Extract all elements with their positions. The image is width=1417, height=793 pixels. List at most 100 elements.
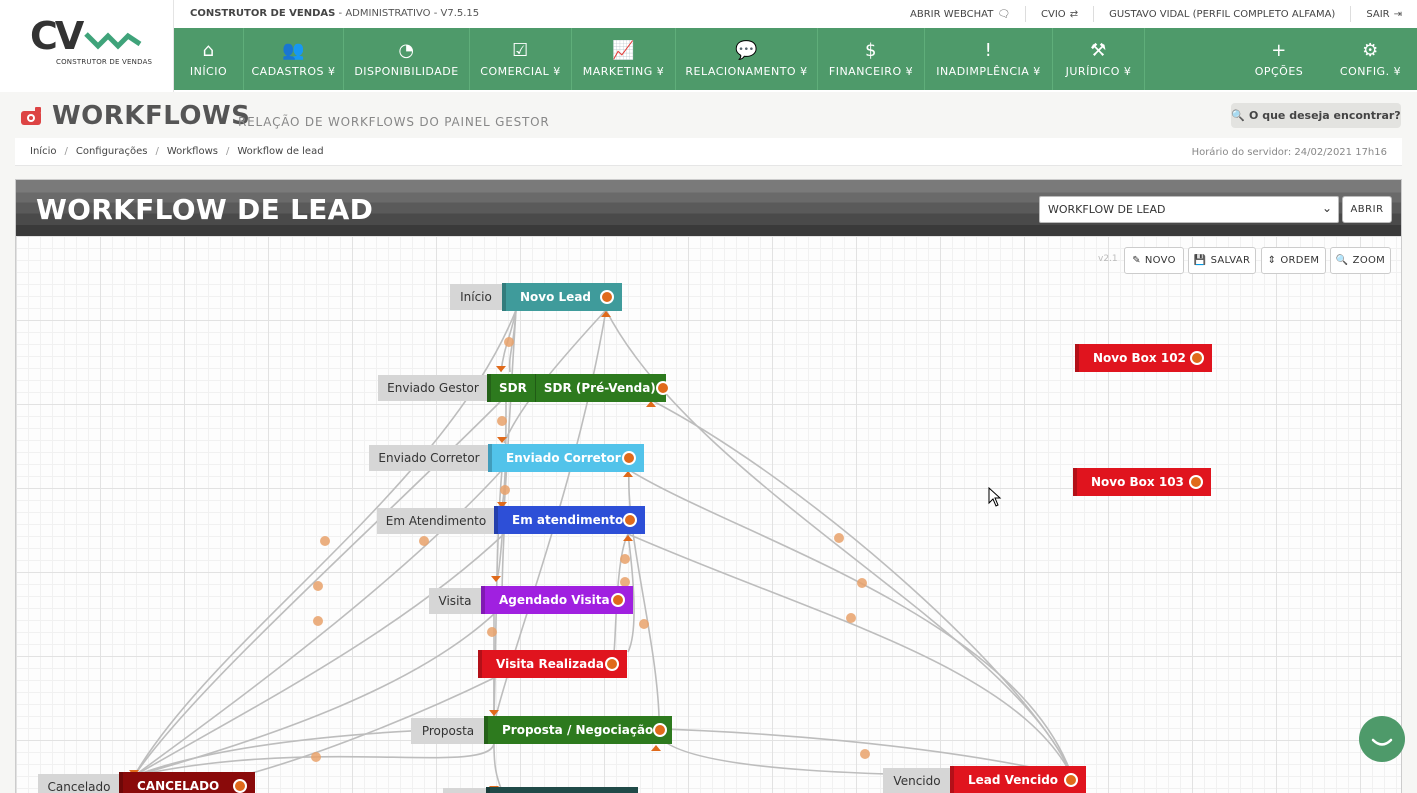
pencil-icon: ✎ <box>1132 255 1141 266</box>
chat-icon: 🗨 <box>997 8 1011 20</box>
breadcrumb-bar: Início / Configurações / Workflows / Workfl… <box>15 138 1402 166</box>
node-side-label: Vencido <box>883 768 951 793</box>
panel-header: WORKFLOW DE LEAD WORKFLOW DE LEAD ⌄ ABRIR <box>16 180 1401 236</box>
panel-title: WORKFLOW DE LEAD <box>36 193 374 226</box>
workflow-node-box-102[interactable]: Novo Box 102 <box>1075 344 1212 372</box>
save-icon: 💾 <box>1193 255 1207 266</box>
main-nav: ⌂ INÍCIO 👥 CADASTROS ¥ ◔ DISPONIBILIDADE ☑ C… <box>174 28 1417 90</box>
new-button[interactable]: ✎ NOVO <box>1124 247 1184 274</box>
save-button[interactable]: 💾 SALVAR <box>1188 247 1256 274</box>
swap-icon: ⇄ <box>1069 8 1079 20</box>
nav-relacionamento[interactable]: 💬 RELACIONAMENTO ¥ <box>676 28 818 90</box>
breadcrumb-item-workflows[interactable]: Workflows <box>167 146 218 157</box>
chart-icon: 📈 <box>612 40 635 61</box>
nav-opcoes[interactable]: + OPÇÕES <box>1234 28 1324 90</box>
nav-marketing[interactable]: 📈 MARKETING ¥ <box>572 28 676 90</box>
connector-dot[interactable] <box>623 513 638 527</box>
dashboard-icon: ◔ <box>398 40 415 61</box>
gear-icon: ⚙ <box>1362 40 1379 61</box>
node-side-label: Enviado Gestor <box>378 375 488 401</box>
comments-icon: 💬 <box>735 40 758 61</box>
search-button[interactable]: 🔍 O que deseja encontrar? <box>1231 103 1401 128</box>
breadcrumb-item-inicio[interactable]: Início <box>30 146 56 157</box>
connector-dot[interactable] <box>1064 773 1078 787</box>
zoom-icon: 🔍 <box>1335 255 1349 266</box>
users-icon: 👥 <box>282 40 305 61</box>
connector-dot[interactable] <box>1190 351 1204 365</box>
connector-dot[interactable] <box>611 593 625 607</box>
connector-dot[interactable] <box>655 381 670 395</box>
nav-juridico[interactable]: ⚒ JURÍDICO ¥ <box>1053 28 1145 90</box>
workflow-node-lead-vencido[interactable]: Lead Vencido <box>950 766 1086 793</box>
page-title: WORKFLOWS <box>52 101 251 131</box>
checkbox-icon: ☑ <box>512 40 529 61</box>
nav-cadastros[interactable]: 👥 CADASTROS ¥ <box>244 28 344 90</box>
logout-link[interactable]: SAIR ⇥ <box>1350 6 1417 22</box>
connector-dot[interactable] <box>653 723 668 737</box>
nav-config[interactable]: ⚙ CONFIG. ¥ <box>1324 28 1417 90</box>
breadcrumb-item-current: Workflow de lead <box>237 146 324 157</box>
top-links: ABRIR WEBCHAT 🗨 CVIO ⇄ GUSTAVO VIDAL (PERF… <box>895 0 1417 28</box>
chat-smile-icon <box>1371 738 1393 746</box>
workflow-canvas[interactable]: v2.1 ✎ NOVO 💾 SALVAR ⇕ ORDEM 🔍 ZOOM Início N… <box>16 236 1401 793</box>
plus-icon: + <box>1271 40 1287 61</box>
connector-dot[interactable] <box>622 451 636 465</box>
breadcrumb-item-configuracoes[interactable]: Configurações <box>76 146 148 157</box>
workflow-node-enviado-corretor[interactable]: Enviado Corretor <box>488 444 644 472</box>
search-icon: 🔍 <box>1231 109 1246 122</box>
nav-comercial[interactable]: ☑ COMERCIAL ¥ <box>470 28 572 90</box>
connector-dot[interactable] <box>1189 475 1203 489</box>
chevron-down-icon: ⌄ <box>1321 201 1332 215</box>
connector-dot[interactable] <box>605 657 619 671</box>
workflow-node-proposta[interactable]: Proposta / Negociação <box>484 716 672 744</box>
app-title: CONSTRUTOR DE VENDAS - ADMINISTRATIVO - … <box>190 8 479 19</box>
app-name: CONSTRUTOR DE VENDAS <box>190 8 336 19</box>
node-tag: SDR <box>491 374 536 402</box>
node-side-label <box>443 788 487 793</box>
node-side-label: Enviado Corretor <box>369 445 489 471</box>
version-label: v2.1 <box>1098 254 1118 264</box>
workflow-node-cancelado[interactable]: CANCELADO <box>119 772 255 793</box>
node-side-label: Em Atendimento <box>377 508 495 534</box>
workflow-select[interactable]: WORKFLOW DE LEAD ⌄ <box>1039 196 1339 223</box>
nav-financeiro[interactable]: $ FINANCEIRO ¥ <box>818 28 925 90</box>
connector-dot[interactable] <box>600 290 614 304</box>
workflow-node-em-atendimento[interactable]: Em atendimento <box>494 506 645 534</box>
logo-wave-icon <box>84 32 142 50</box>
nav-inadimplencia[interactable]: ! INADIMPLÊNCIA ¥ <box>925 28 1053 90</box>
open-button[interactable]: ABRIR <box>1342 196 1392 223</box>
page-subtitle: RELAÇÃO DE WORKFLOWS DO PAINEL GESTOR <box>238 115 550 129</box>
workflow-icon <box>21 107 41 125</box>
server-time: Horário do servidor: 24/02/2021 17h16 <box>1191 147 1387 158</box>
order-button[interactable]: ⇕ ORDEM <box>1261 247 1326 274</box>
workflow-node-agendado-visita[interactable]: Agendado Visita <box>481 586 633 614</box>
nav-inicio[interactable]: ⌂ INÍCIO <box>174 28 244 90</box>
nav-disponibilidade[interactable]: ◔ DISPONIBILIDADE <box>344 28 470 90</box>
logo-subtitle: CONSTRUTOR DE VENDAS <box>56 58 153 66</box>
webchat-link[interactable]: ABRIR WEBCHAT 🗨 <box>895 6 1025 22</box>
app-version: - ADMINISTRATIVO - V7.5.15 <box>335 8 480 19</box>
sort-icon: ⇕ <box>1267 255 1277 266</box>
app-header: CV CONSTRUTOR DE VENDAS CONSTRUTOR DE VE… <box>0 0 1417 92</box>
dollar-icon: $ <box>865 40 877 61</box>
workflow-node-sdr[interactable]: SDR SDR (Pré-Venda) <box>487 374 670 402</box>
user-profile-link[interactable]: GUSTAVO VIDAL (PERFIL COMPLETO ALFAMA) <box>1093 6 1350 22</box>
zoom-button[interactable]: 🔍 ZOOM <box>1330 247 1391 274</box>
connector-dot[interactable] <box>233 779 247 793</box>
alert-icon: ! <box>984 40 993 61</box>
cvio-link[interactable]: CVIO ⇄ <box>1025 6 1093 22</box>
workflow-node-box-103[interactable]: Novo Box 103 <box>1073 468 1211 496</box>
breadcrumb: Início / Configurações / Workflows / Workfl… <box>30 146 324 157</box>
workflow-connections <box>129 309 1073 792</box>
workflow-node-novo-lead[interactable]: Novo Lead <box>502 283 622 311</box>
top-bar: CONSTRUTOR DE VENDAS - ADMINISTRATIVO - … <box>174 0 1417 28</box>
home-icon: ⌂ <box>202 40 215 61</box>
node-side-label: Visita <box>429 588 481 614</box>
node-side-label: Proposta <box>411 718 485 744</box>
chat-widget-button[interactable] <box>1359 716 1405 762</box>
logo[interactable]: CV CONSTRUTOR DE VENDAS <box>0 0 174 92</box>
workflow-node-visita-realizada[interactable]: Visita Realizada <box>478 650 627 678</box>
gavel-icon: ⚒ <box>1090 40 1107 61</box>
workflow-node-partial[interactable] <box>486 787 638 793</box>
logo-text: CV <box>30 14 84 58</box>
